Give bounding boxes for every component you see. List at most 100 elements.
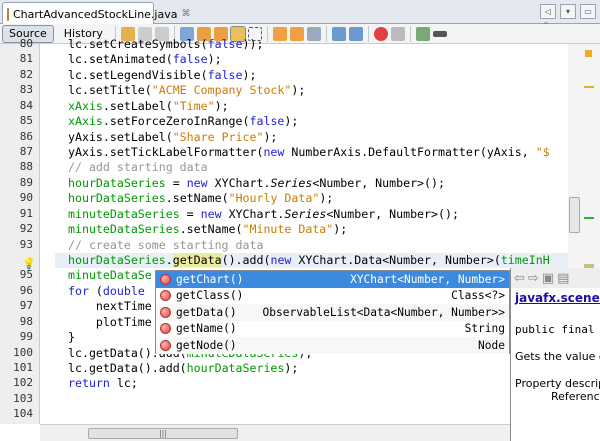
code-line[interactable]: hourDataSeries = new XYChart.Series<Numb… — [40, 176, 568, 191]
code-line[interactable] — [40, 392, 568, 407]
code-line[interactable]: return lc; — [40, 376, 568, 391]
line-number: 91 — [19, 206, 33, 220]
code-line[interactable]: yAxis.setLabel("Share Price"); — [40, 130, 568, 145]
code-line[interactable]: // add starting data — [40, 160, 568, 175]
code-token: .setLabel( — [102, 98, 173, 113]
method-icon — [160, 339, 171, 351]
doc-forward-icon[interactable]: ⇨ — [528, 271, 539, 286]
code-token: // add starting data — [68, 160, 208, 175]
code-token: "Share Price" — [172, 129, 264, 144]
code-token: xAxis — [68, 114, 103, 129]
scrollbar-thumb[interactable] — [569, 197, 580, 233]
code-line[interactable]: lc.setTitle("ACME Company Stock"); — [40, 83, 568, 98]
code-token: lc.setLegendVisible( — [68, 67, 208, 82]
code-token: for — [68, 283, 89, 298]
code-line[interactable]: lc.setLegendVisible(false); — [40, 68, 568, 83]
code-line[interactable]: lc.getData().add(hourDataSeries); — [40, 361, 568, 376]
line-number-gutter: 80 81 82 83 84 85 86 87 88 89 90 91 92 93 95 96 97 98 99 10… — [0, 37, 40, 424]
completion-item[interactable]: getData() ObservableList<Data<Number, Num… — [156, 304, 509, 321]
code-token: XYChart. — [221, 206, 285, 221]
code-line[interactable]: yAxis.setTickLabelFormatter(new NumberAx… — [40, 145, 568, 160]
completion-item[interactable]: getName() String — [156, 321, 509, 338]
scrollbar-thumb[interactable]: ||| — [88, 428, 238, 439]
line-number: 87 — [19, 145, 33, 158]
code-token: = — [179, 206, 201, 221]
line-number: 82 — [19, 67, 33, 81]
line-number: 97 — [19, 299, 33, 313]
code-token: ); — [263, 129, 278, 144]
completion-name: getClass() — [176, 289, 244, 303]
code-token: ); — [319, 191, 334, 206]
code-token: getData — [172, 253, 222, 268]
code-line[interactable] — [40, 407, 568, 422]
completion-return-type: String — [464, 322, 505, 336]
line-number: 92 — [19, 222, 33, 236]
code-token: plotTime — [68, 314, 152, 329]
code-token: XYChart. — [207, 175, 271, 190]
code-token: false — [172, 52, 208, 67]
code-token: new — [200, 206, 222, 221]
lightbulb-hint-icon[interactable]: 💡 — [22, 257, 36, 270]
completion-item[interactable]: getClass() Class<?> — [156, 288, 509, 305]
completion-item[interactable]: getChart() XYChart<Number, Number> — [156, 271, 509, 288]
code-token: .setForceZeroInRange( — [102, 114, 250, 129]
code-token: lc.getData().add( — [68, 361, 187, 376]
open-source-icon[interactable]: ▤ — [557, 271, 569, 286]
line-number: 98 — [19, 314, 33, 328]
scroll-tabs-button[interactable]: ◁ ▷ — [540, 4, 556, 29]
code-token: xAxis — [68, 98, 103, 113]
method-icon — [160, 290, 171, 302]
line-number: 81 — [19, 52, 33, 66]
code-token: = — [165, 175, 187, 190]
open-in-browser-icon[interactable]: ▣ — [542, 271, 554, 286]
code-line[interactable]: // create some starting data — [40, 238, 568, 253]
line-number: 86 — [19, 129, 33, 143]
code-token: ); — [242, 67, 257, 82]
code-token: "$ — [535, 145, 550, 159]
completion-item[interactable]: getNode() Node — [156, 337, 509, 354]
line-number: 84 — [19, 98, 33, 112]
code-line[interactable]: minuteDataSeries = new XYChart.Series<Nu… — [40, 207, 568, 222]
change-marker[interactable] — [584, 217, 594, 219]
code-line[interactable]: xAxis.setForceZeroInRange(false); — [40, 114, 568, 129]
code-line[interactable]: hourDataSeries.setName("Hourly Data"); — [40, 191, 568, 206]
warning-marker[interactable] — [585, 50, 592, 57]
close-tab-icon[interactable]: ⌘ — [181, 9, 190, 19]
code-token: nextTime — [68, 299, 152, 314]
code-token: hourDataSeries — [68, 191, 166, 206]
code-line[interactable]: lc.setAnimated(false); — [40, 52, 568, 67]
code-token: ().add( — [221, 253, 271, 268]
code-token: // create some starting data — [68, 237, 264, 252]
editor-tab-bar: ChartAdvancedStockLine.java ⌘ ◁ ▷ ▾ ▭ — [0, 0, 600, 29]
line-number: 88 — [19, 160, 33, 174]
code-line[interactable]: lc.setCreateSymbols(false)); — [40, 37, 568, 52]
code-token: hourDataSeries — [186, 361, 285, 376]
code-token: XYChart.Data<Number, Number>( — [291, 253, 501, 268]
code-line[interactable]: hourDataSeries.getData().add(new XYChart… — [55, 253, 583, 269]
code-token: minuteDataSeries — [68, 206, 180, 221]
code-token: ); — [214, 98, 229, 113]
doc-class-link[interactable]: javafx.scene.chart.XYChart.Series — [515, 291, 600, 305]
show-documents-dropdown[interactable]: ▾ — [560, 4, 576, 19]
uncomment-icon[interactable] — [432, 30, 447, 37]
code-token: ( — [88, 283, 103, 298]
doc-back-icon[interactable]: ⇦ — [514, 271, 525, 286]
code-token: minuteDataSeries — [68, 222, 180, 237]
line-number: 90 — [19, 191, 33, 205]
code-token: double — [102, 283, 145, 298]
maximize-button[interactable]: ▭ — [580, 4, 596, 19]
warning-marker[interactable] — [584, 86, 594, 88]
code-token: .setName( — [165, 191, 229, 206]
line-number: 100 — [13, 345, 33, 359]
code-token: lc.setCreateSymbols( — [68, 37, 208, 51]
code-token: "Time" — [172, 98, 215, 113]
code-token: "Hourly Data" — [228, 191, 320, 206]
file-tab[interactable]: ChartAdvancedStockLine.java ⌘ — [2, 2, 190, 25]
code-line[interactable]: xAxis.setLabel("Time"); — [40, 99, 568, 114]
code-token: timeInH — [500, 253, 550, 268]
code-token: ); — [333, 222, 348, 237]
code-token: Series — [270, 175, 313, 190]
horizontal-scrollbar[interactable]: ||| — [40, 424, 510, 441]
code-line[interactable]: minuteDataSeries.setName("Minute Data"); — [40, 222, 568, 237]
code-token: .setName( — [179, 222, 243, 237]
